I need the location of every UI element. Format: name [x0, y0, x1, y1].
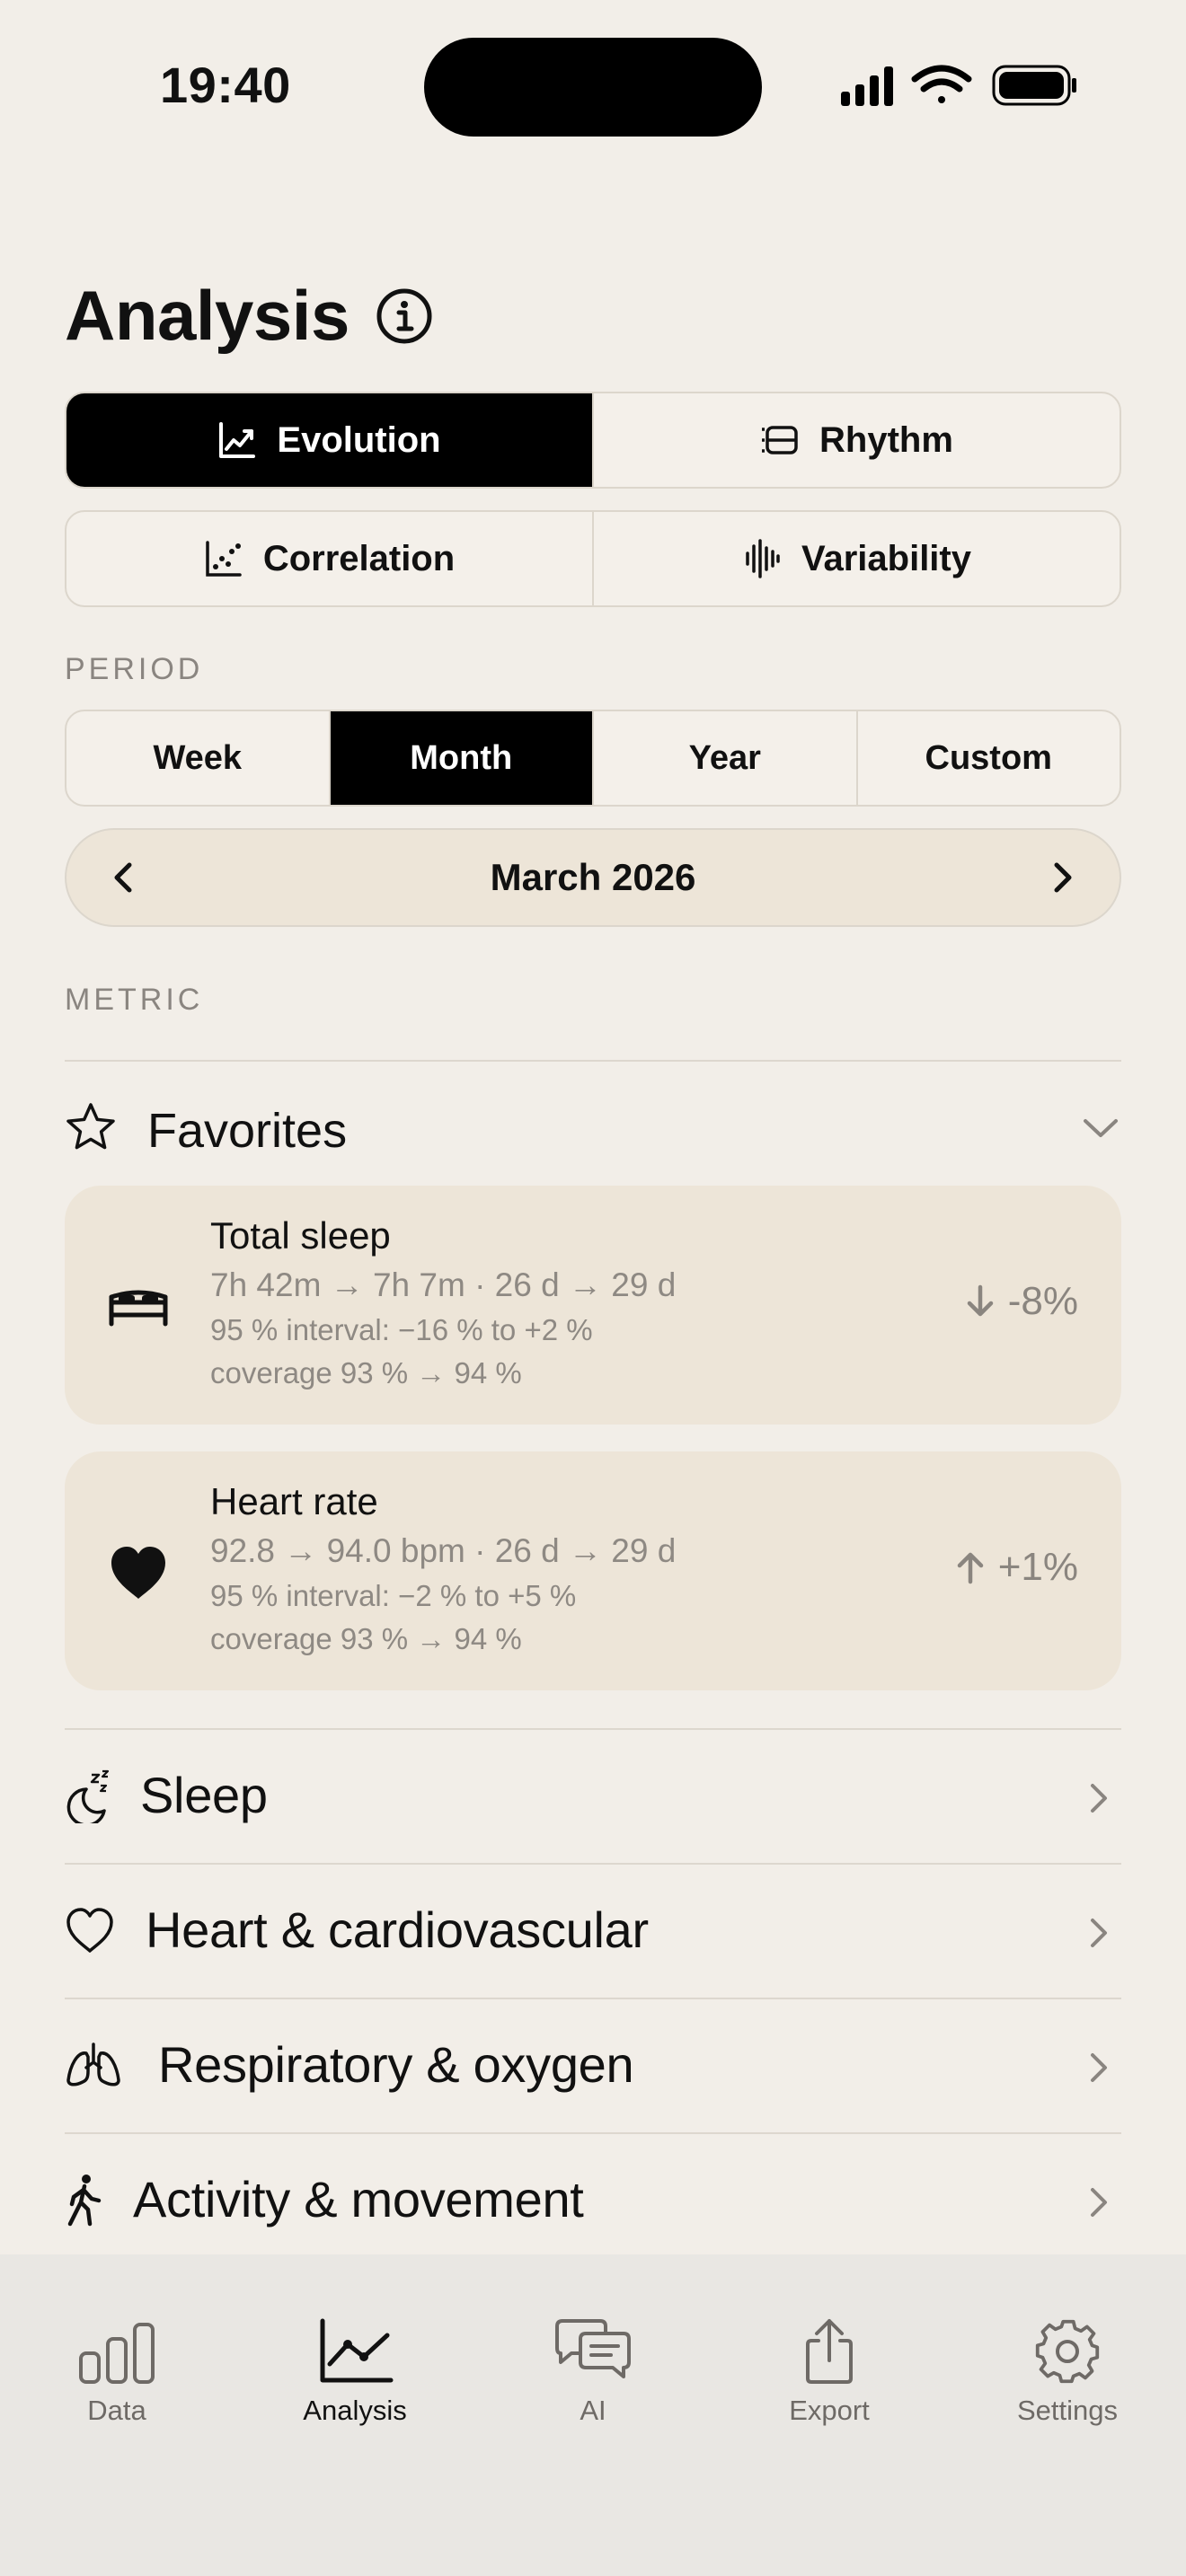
category-label: Heart & cardiovascular	[146, 1901, 649, 1958]
category-sleep[interactable]: Sleep	[65, 1730, 1121, 1863]
gear-icon	[1035, 2319, 1100, 2384]
period-week[interactable]: Week	[66, 711, 329, 805]
period-month[interactable]: Month	[328, 711, 592, 805]
tab-evolution[interactable]: Evolution	[66, 393, 592, 487]
line-chart-icon	[320, 2318, 394, 2383]
arrow-up-icon	[957, 1552, 983, 1584]
star-icon	[66, 1103, 115, 1150]
scatter-icon	[206, 541, 242, 577]
share-icon	[806, 2319, 853, 2384]
period-section-label: PERIOD	[65, 652, 204, 686]
tab-correlation[interactable]: Correlation	[66, 512, 592, 605]
category-label: Sleep	[140, 1767, 268, 1823]
lungs-icon	[66, 2042, 120, 2086]
battery-icon	[992, 65, 1076, 106]
tab-label: Settings	[1016, 2395, 1118, 2426]
chevron-right-icon[interactable]	[1046, 860, 1078, 895]
dynamic-island	[424, 38, 762, 137]
metric-interval: 95 % interval: −16 % to +2 %	[210, 1313, 593, 1346]
metric-coverage: coverage 93 % → 94 %	[210, 1356, 522, 1389]
wifi-icon	[911, 65, 972, 103]
metric-summary: 92.8 → 94.0 bpm · 26 d → 29 d	[210, 1532, 677, 1569]
tab-label: Export	[789, 2395, 870, 2426]
category-label: Activity & movement	[133, 2171, 584, 2228]
tab-analysis[interactable]: Analysis	[265, 2317, 445, 2427]
chevron-down-icon	[1084, 1119, 1118, 1137]
current-period-label: March 2026	[490, 856, 696, 898]
walking-figure-icon	[67, 2175, 102, 2227]
metric-delta: -8%	[965, 1279, 1078, 1324]
chevron-right-icon	[1091, 1919, 1107, 1947]
bed-icon	[109, 1290, 168, 1327]
chat-bubbles-icon	[555, 2319, 631, 2378]
period-custom[interactable]: Custom	[855, 711, 1120, 805]
period-year[interactable]: Year	[592, 711, 856, 805]
category-label: Respiratory & oxygen	[158, 2036, 634, 2093]
metric-card-total-sleep[interactable]: Total sleep 7h 42m → 7h 7m · 26 d → 29 d…	[65, 1186, 1121, 1425]
category-activity[interactable]: Activity & movement	[65, 2134, 1121, 2267]
trend-chart-icon	[219, 422, 256, 458]
chevron-right-icon	[1091, 2053, 1107, 2082]
signal-icon	[841, 66, 893, 106]
analysis-screen: 19:40 Analysis Evolution Rhythm Correlat…	[0, 0, 1186, 2576]
moon-zzz-icon	[66, 1769, 110, 1823]
arrow-down-icon	[967, 1284, 993, 1317]
metric-delta-value: +1%	[997, 1545, 1078, 1589]
metric-coverage: coverage 93 % → 94 %	[210, 1622, 522, 1655]
tab-ai[interactable]: AI	[503, 2317, 683, 2427]
tab-settings[interactable]: Settings	[978, 2317, 1157, 2427]
bar-chart-icon	[79, 2323, 155, 2384]
waveform-icon	[746, 539, 780, 578]
tab-variability-label: Variability	[801, 538, 971, 578]
tab-rhythm[interactable]: Rhythm	[592, 393, 1120, 487]
divider	[65, 1060, 1121, 1062]
rhythm-icon	[762, 426, 798, 454]
metric-section-label: METRIC	[65, 983, 204, 1017]
info-icon[interactable]	[376, 287, 433, 345]
tab-label: Analysis	[303, 2395, 407, 2426]
tab-variability[interactable]: Variability	[592, 512, 1120, 605]
metric-delta-value: -8%	[1007, 1279, 1078, 1323]
status-time: 19:40	[160, 57, 291, 113]
chevron-right-icon	[1091, 2188, 1107, 2217]
metric-interval: 95 % interval: −2 % to +5 %	[210, 1579, 577, 1612]
view-tabs-row-1: Evolution Rhythm	[65, 392, 1121, 489]
tab-label: Data	[87, 2395, 146, 2426]
tab-evolution-label: Evolution	[277, 419, 441, 460]
tab-rhythm-label: Rhythm	[819, 419, 953, 460]
status-bar: 19:40	[0, 0, 1186, 180]
metric-delta: +1%	[955, 1545, 1078, 1590]
status-icons	[841, 65, 1076, 106]
category-respiratory[interactable]: Respiratory & oxygen	[65, 1999, 1121, 2132]
chevron-right-icon	[1091, 1784, 1107, 1813]
metric-summary: 7h 42m → 7h 7m · 26 d → 29 d	[210, 1266, 677, 1303]
tab-correlation-label: Correlation	[262, 538, 456, 578]
category-heart[interactable]: Heart & cardiovascular	[65, 1865, 1121, 1998]
view-tabs-row-2: Correlation Variability	[65, 510, 1121, 607]
chevron-left-icon[interactable]	[108, 860, 140, 895]
heart-filled-icon	[111, 1547, 165, 1599]
favorites-header[interactable]: Favorites	[65, 1094, 1121, 1166]
favorites-label: Favorites	[147, 1104, 348, 1158]
heart-outline-icon	[66, 1908, 113, 1953]
tab-data[interactable]: Data	[27, 2317, 207, 2427]
metric-card-heart-rate[interactable]: Heart rate 92.8 → 94.0 bpm · 26 d → 29 d…	[65, 1451, 1121, 1690]
tab-export[interactable]: Export	[739, 2317, 919, 2427]
metric-name: Heart rate	[210, 1480, 378, 1522]
period-selector: Week Month Year Custom	[65, 710, 1121, 807]
tab-bar: Data Analysis AI Export Settings	[0, 2254, 1186, 2576]
metric-name: Total sleep	[210, 1214, 391, 1257]
tab-label: AI	[580, 2395, 606, 2426]
month-navigator: March 2026	[65, 828, 1121, 927]
page-title: Analysis	[65, 276, 350, 355]
